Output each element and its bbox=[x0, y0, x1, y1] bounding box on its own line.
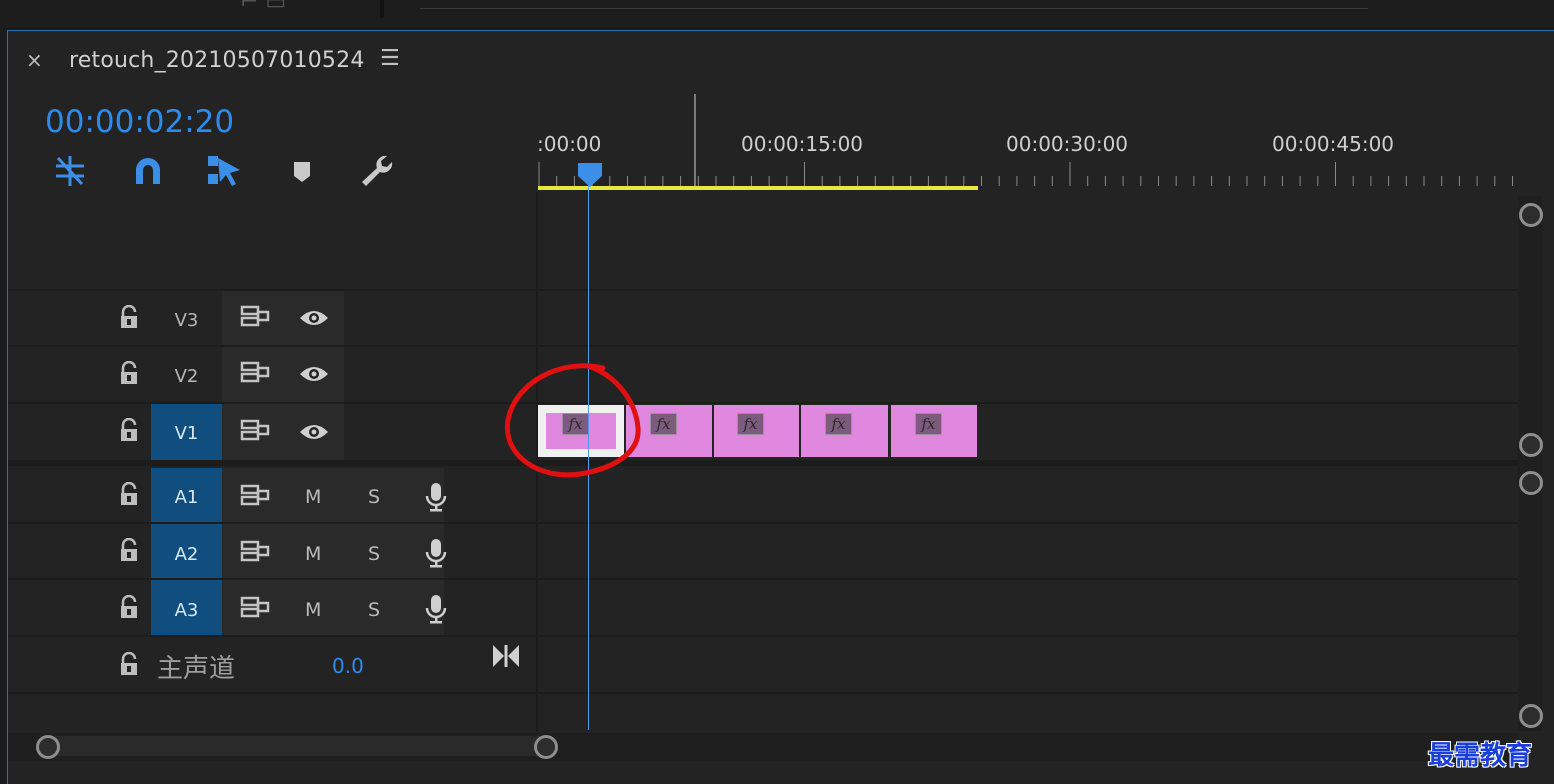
close-tab-button[interactable]: × bbox=[26, 48, 43, 72]
wrench-settings-icon[interactable] bbox=[357, 152, 397, 190]
track-lock-icon[interactable] bbox=[118, 361, 140, 385]
master-track-label: 主声道 bbox=[157, 654, 236, 684]
zoom-right-knob[interactable] bbox=[534, 735, 558, 759]
snap-magnet-icon[interactable] bbox=[128, 152, 168, 190]
audio-scroll-bottom-knob[interactable] bbox=[1519, 704, 1543, 728]
fx-badge-icon[interactable]: fx bbox=[825, 413, 852, 435]
horizontal-scroll-thumb[interactable] bbox=[47, 736, 547, 756]
track-name-a3[interactable]: A3 bbox=[151, 580, 222, 635]
clip[interactable]: fx bbox=[801, 405, 888, 457]
video-scroll-bottom-knob[interactable] bbox=[1519, 433, 1543, 457]
ruler-label-45: 00:00:45:00 bbox=[1272, 132, 1395, 156]
track-lock-icon[interactable] bbox=[118, 652, 140, 676]
zoom-left-knob[interactable] bbox=[36, 735, 60, 759]
mute-button[interactable]: M bbox=[305, 486, 321, 508]
row-divider bbox=[8, 635, 1518, 637]
sync-lock-icon[interactable] bbox=[240, 595, 270, 619]
toggle-output-eye-icon[interactable] bbox=[298, 306, 330, 330]
top-panel-strip: ⌐ ▭ bbox=[0, 0, 1554, 27]
solo-button[interactable]: S bbox=[368, 543, 380, 565]
fx-badge-icon[interactable]: fx bbox=[737, 413, 764, 435]
ruler-label-30: 00:00:30:00 bbox=[1006, 132, 1129, 156]
insert-nest-icon[interactable] bbox=[50, 152, 90, 190]
track-lock-icon[interactable] bbox=[118, 595, 140, 619]
clip[interactable]: fx bbox=[714, 405, 799, 457]
sequence-tab-title[interactable]: retouch_20210507010524 bbox=[69, 48, 365, 73]
solo-button[interactable]: S bbox=[368, 486, 380, 508]
vertical-scrollbar[interactable] bbox=[1518, 196, 1542, 731]
playhead-timecode[interactable]: 00:00:02:20 bbox=[45, 104, 234, 140]
top-strip-divider bbox=[380, 0, 384, 18]
voice-over-mic-icon[interactable] bbox=[424, 482, 448, 512]
track-name-v1[interactable]: V1 bbox=[151, 404, 222, 460]
audio-scroll-top-knob[interactable] bbox=[1519, 471, 1543, 495]
solo-button[interactable]: S bbox=[368, 599, 380, 621]
watermark-logo: 最需教育 bbox=[1428, 741, 1533, 771]
mute-button[interactable]: M bbox=[305, 599, 321, 621]
track-lock-icon[interactable] bbox=[118, 418, 140, 442]
playhead-handle[interactable] bbox=[577, 162, 603, 188]
red-annotation-circle bbox=[504, 363, 641, 478]
work-area-bar[interactable] bbox=[538, 186, 978, 190]
voice-over-mic-icon[interactable] bbox=[424, 594, 448, 624]
top-strip-line bbox=[420, 8, 1368, 9]
track-lock-icon[interactable] bbox=[118, 482, 140, 506]
master-volume-value[interactable]: 0.0 bbox=[332, 654, 364, 678]
track-header-spacer bbox=[8, 192, 536, 289]
voice-over-mic-icon[interactable] bbox=[424, 538, 448, 568]
row-divider bbox=[8, 692, 1518, 694]
video-scroll-top-knob[interactable] bbox=[1519, 203, 1543, 227]
ruler-label-15: 00:00:15:00 bbox=[741, 132, 864, 156]
sync-lock-icon[interactable] bbox=[240, 418, 270, 442]
sync-lock-icon[interactable] bbox=[240, 539, 270, 563]
track-name-v2[interactable]: V2 bbox=[151, 347, 222, 402]
track-lock-icon[interactable] bbox=[118, 305, 140, 329]
mute-button[interactable]: M bbox=[305, 543, 321, 565]
go-to-next-keyframe-icon[interactable] bbox=[492, 643, 520, 669]
track-name-a1[interactable]: A1 bbox=[151, 468, 222, 522]
ruler-label-0: :00:00 bbox=[537, 132, 602, 156]
add-marker-icon[interactable] bbox=[282, 152, 322, 190]
fx-badge-icon[interactable]: fx bbox=[650, 413, 677, 435]
track-name-v3[interactable]: V3 bbox=[151, 291, 222, 345]
track-name-a2[interactable]: A2 bbox=[151, 524, 222, 578]
fx-badge-icon[interactable]: fx bbox=[915, 413, 942, 435]
top-strip-icons: ⌐ ▭ bbox=[240, 0, 287, 15]
track-lock-icon[interactable] bbox=[118, 538, 140, 562]
video-audio-divider bbox=[8, 460, 1518, 466]
sync-lock-icon[interactable] bbox=[240, 360, 270, 384]
toggle-output-eye-icon[interactable] bbox=[298, 420, 330, 444]
clip[interactable]: fx bbox=[891, 405, 977, 457]
panel-menu-icon[interactable]: ☰ bbox=[380, 46, 400, 71]
linked-selection-icon[interactable] bbox=[204, 152, 244, 190]
sync-lock-icon[interactable] bbox=[240, 483, 270, 507]
toggle-output-eye-icon[interactable] bbox=[298, 362, 330, 386]
sync-lock-icon[interactable] bbox=[240, 304, 270, 328]
